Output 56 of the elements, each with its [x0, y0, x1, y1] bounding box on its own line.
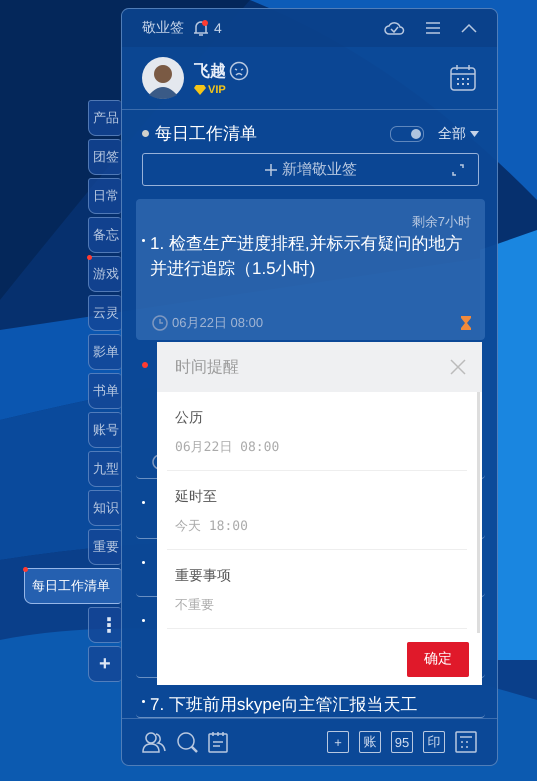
- remaining-time: 剩余7小时: [412, 213, 471, 231]
- calendar-icon[interactable]: [449, 64, 477, 92]
- cloud-icon[interactable]: [383, 20, 405, 36]
- filter-dropdown[interactable]: 全部: [438, 124, 479, 142]
- side-tab[interactable]: 日常: [88, 178, 121, 214]
- expand-icon[interactable]: [452, 164, 464, 176]
- list-title: 每日工作清单: [155, 123, 257, 145]
- plus-icon: [264, 162, 278, 176]
- face-icon: [229, 61, 249, 81]
- side-tab[interactable]: 备忘: [88, 217, 121, 253]
- confirm-button[interactable]: 确定: [407, 642, 469, 676]
- note-text: 7. 下班前用skype向主管汇报当天工: [150, 694, 418, 716]
- side-tab[interactable]: 团签: [88, 139, 121, 175]
- side-tab[interactable]: 知识: [88, 490, 121, 526]
- caret-icon: [470, 130, 479, 136]
- note-time: 06月22日 08:00: [172, 314, 264, 332]
- dialog-title: 时间提醒: [175, 358, 239, 378]
- side-tab[interactable]: 每日工作清单: [24, 568, 121, 604]
- avatar[interactable]: [142, 57, 184, 99]
- alert-dot: [87, 255, 92, 260]
- side-tab[interactable]: 账号: [88, 412, 121, 448]
- notification-count: 4: [214, 20, 222, 36]
- toggle-switch[interactable]: [390, 126, 424, 142]
- side-tab[interactable]: 书单: [88, 373, 121, 409]
- diamond-icon: [194, 84, 206, 94]
- note-text: 1. 检查生产进度排程,并标示有疑问的地方并进行追踪（1.5小时): [150, 233, 464, 280]
- field-label: 重要事项: [175, 567, 232, 585]
- field-label: 公历: [175, 409, 204, 427]
- notepad-icon[interactable]: [208, 731, 228, 753]
- calculator-icon[interactable]: [455, 731, 477, 753]
- alert-dot: [23, 567, 28, 572]
- search-icon[interactable]: [176, 731, 198, 753]
- side-tab[interactable]: 九型: [88, 451, 121, 487]
- clock-icon: [152, 315, 168, 332]
- field-label: 延时至: [175, 488, 218, 506]
- side-tab[interactable]: 云灵: [88, 295, 121, 331]
- side-tab[interactable]: 重要: [88, 529, 121, 565]
- user-name: 飞越: [194, 62, 226, 82]
- tool-button[interactable]: 95: [391, 731, 413, 753]
- list-dot: [142, 130, 149, 137]
- bell-icon[interactable]: [192, 19, 210, 37]
- app-title: 敬业签: [142, 19, 184, 37]
- tool-button[interactable]: 印: [423, 731, 445, 753]
- add-note-button[interactable]: 新增敬业签: [142, 153, 479, 186]
- people-icon[interactable]: [142, 731, 166, 753]
- more-button[interactable]: ⋮: [88, 607, 121, 643]
- tool-button[interactable]: 账: [359, 731, 381, 753]
- collapse-icon[interactable]: [461, 23, 477, 33]
- menu-icon[interactable]: [425, 21, 441, 35]
- side-tab[interactable]: 产品: [88, 100, 121, 136]
- side-tab[interactable]: 游戏: [88, 256, 121, 292]
- tool-button[interactable]: +: [327, 731, 349, 753]
- vip-label: VIP: [208, 84, 226, 96]
- note-card[interactable]: 剩余7小时 1. 检查生产进度排程,并标示有疑问的地方并进行追踪（1.5小时) 06月22日 08:00: [136, 199, 485, 340]
- side-tab[interactable]: 影单: [88, 334, 121, 370]
- add-button[interactable]: +: [88, 646, 121, 682]
